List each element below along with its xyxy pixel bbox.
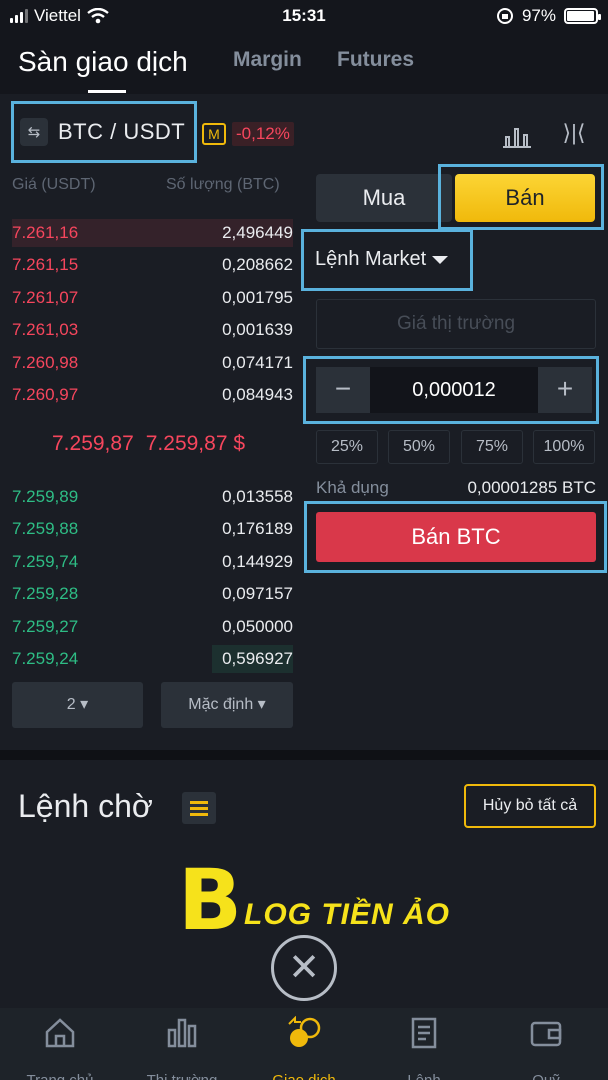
status-bar: Viettel 15:31 97%: [0, 0, 608, 34]
available-label: Khả dụng: [316, 478, 389, 497]
close-circle-icon: ✕: [271, 935, 337, 1001]
market-price-field: Giá thị trường: [316, 299, 596, 349]
list-icon[interactable]: [182, 792, 216, 824]
bid-price: 7.259,28: [12, 584, 79, 604]
ask-qty: 0,074171: [222, 352, 293, 372]
trade-icon: [288, 1016, 321, 1047]
percent-75-button[interactable]: 75%: [461, 430, 523, 464]
amount-stepper: − 0,000012 +: [303, 356, 599, 424]
amount-input[interactable]: 0,000012: [370, 367, 538, 413]
pair-name: BTC / USDT: [58, 119, 186, 144]
tab-spot[interactable]: Sàn giao dịch: [18, 46, 188, 78]
bid-price: 7.259,88: [12, 519, 79, 539]
nav-market[interactable]: Thị trường: [132, 1016, 232, 1080]
ask-price: 7.261,03: [12, 320, 79, 340]
price-column-header: Giá (USDT): [12, 176, 96, 193]
bid-qty: 0,596927: [222, 649, 293, 668]
home-icon: [45, 1018, 75, 1048]
trade-panel: ⇆ BTC / USDT M -0,12% ⟩|⟨ Giá (USDT) Số …: [0, 94, 608, 750]
watermark-logo: B LOG TIỀN ẢO: [178, 851, 450, 949]
sell-btc-button[interactable]: Bán BTC: [316, 512, 596, 562]
nav-orders[interactable]: Lệnh: [374, 1016, 474, 1080]
ask-qty: 0,208662: [222, 255, 293, 275]
last-price-value: 7.259,87: [52, 432, 134, 455]
bid-row[interactable]: 7.259,28 0,097157: [12, 578, 293, 610]
orders-icon: [411, 1017, 437, 1049]
bid-row[interactable]: 7.259,74 0,144929: [12, 546, 293, 578]
wallet-icon: [530, 1021, 562, 1047]
bid-price: 7.259,89: [12, 487, 79, 506]
bid-row[interactable]: 7.259,88 0,176189: [12, 513, 293, 545]
ask-row[interactable]: 7.261,16 2,496449: [12, 217, 293, 249]
cancel-all-button[interactable]: Hủy bỏ tất cả: [464, 784, 596, 828]
ask-qty: 0,001639: [222, 320, 293, 340]
ask-row[interactable]: 7.260,97 0,084943: [12, 379, 293, 411]
nav-trade[interactable]: Giao dịch: [254, 1016, 354, 1080]
nav-funds[interactable]: Quỹ: [496, 1016, 596, 1080]
percent-100-button[interactable]: 100%: [533, 430, 595, 464]
active-tab-indicator: [88, 90, 126, 93]
increase-button[interactable]: +: [538, 367, 592, 413]
order-type-select[interactable]: Lệnh Market: [301, 229, 473, 291]
buy-tab[interactable]: Mua: [316, 174, 452, 222]
collapse-icon[interactable]: ⟩|⟨: [560, 120, 588, 148]
open-orders-title: Lệnh chờ: [18, 788, 153, 824]
ask-price: 7.261,07: [12, 287, 79, 307]
ask-price: 7.260,98: [12, 352, 79, 372]
orientation-lock-icon: [496, 8, 513, 24]
ask-row[interactable]: 7.261,03 0,001639: [12, 314, 293, 346]
open-orders-section: Lệnh chờ Hủy bỏ tất cả B LOG TIỀN ẢO ✕: [0, 760, 608, 1008]
pair-selector[interactable]: ⇆ BTC / USDT: [11, 101, 197, 163]
bid-qty: 0,097157: [222, 584, 293, 604]
bid-price: 7.259,24: [12, 649, 79, 668]
percent-50-button[interactable]: 50%: [388, 430, 450, 464]
ask-qty: 2,496449: [222, 223, 293, 242]
bid-row[interactable]: 7.259,89 0,013558: [12, 481, 293, 513]
margin-badge: M: [202, 123, 226, 145]
ask-price: 7.261,16: [12, 223, 79, 242]
bid-price: 7.259,27: [12, 616, 79, 636]
view-mode-select[interactable]: Mặc định ▾: [161, 682, 293, 728]
ask-qty: 0,001795: [222, 287, 293, 307]
ask-row[interactable]: 7.261,07 0,001795: [12, 282, 293, 314]
caret-down-icon: [432, 255, 449, 264]
last-price: 7.259,87 7.259,87 $: [52, 432, 257, 456]
caret-down-icon: ▾: [75, 696, 89, 713]
ask-row[interactable]: 7.260,98 0,074171: [12, 347, 293, 379]
nav-home[interactable]: Trang chủ: [10, 1016, 110, 1080]
battery-icon: [564, 8, 601, 24]
swap-icon: ⇆: [20, 118, 48, 146]
qty-column-header: Số lượng (BTC): [166, 176, 280, 193]
available-balance: 0,00001285 BTC: [467, 478, 596, 497]
bid-row[interactable]: 7.259,27 0,050000: [12, 611, 293, 643]
caret-down-icon: ▾: [253, 696, 266, 713]
percent-25-button[interactable]: 25%: [316, 430, 378, 464]
top-tabs: Sàn giao dịch Margin Futures: [0, 34, 608, 94]
tab-margin[interactable]: Margin: [233, 48, 302, 72]
bid-qty: 0,144929: [222, 551, 293, 571]
decimals-select[interactable]: 2 ▾: [12, 682, 143, 728]
section-divider: [0, 750, 608, 760]
tab-futures[interactable]: Futures: [337, 48, 414, 72]
market-icon: [167, 1018, 197, 1048]
bid-row[interactable]: 7.259,24 0,596927: [12, 643, 293, 675]
bid-price: 7.259,74: [12, 551, 79, 571]
ask-price: 7.261,15: [12, 255, 79, 275]
bid-qty: 0,176189: [222, 519, 293, 539]
bid-qty: 0,050000: [222, 616, 293, 636]
ask-row[interactable]: 7.261,15 0,208662: [12, 249, 293, 281]
battery-percent: 97%: [521, 6, 556, 25]
ask-qty: 0,084943: [222, 385, 293, 404]
ask-price: 7.260,97: [12, 385, 79, 404]
bottom-nav: Trang chủ Thị trường Giao dịch Lệnh: [0, 1008, 608, 1080]
last-price-usd: 7.259,87 $: [145, 432, 246, 455]
decrease-button[interactable]: −: [316, 367, 370, 413]
sell-tab[interactable]: Bán: [455, 174, 595, 222]
bid-qty: 0,013558: [222, 487, 293, 506]
price-change: -0,12%: [232, 122, 294, 146]
chart-icon[interactable]: [503, 122, 531, 148]
